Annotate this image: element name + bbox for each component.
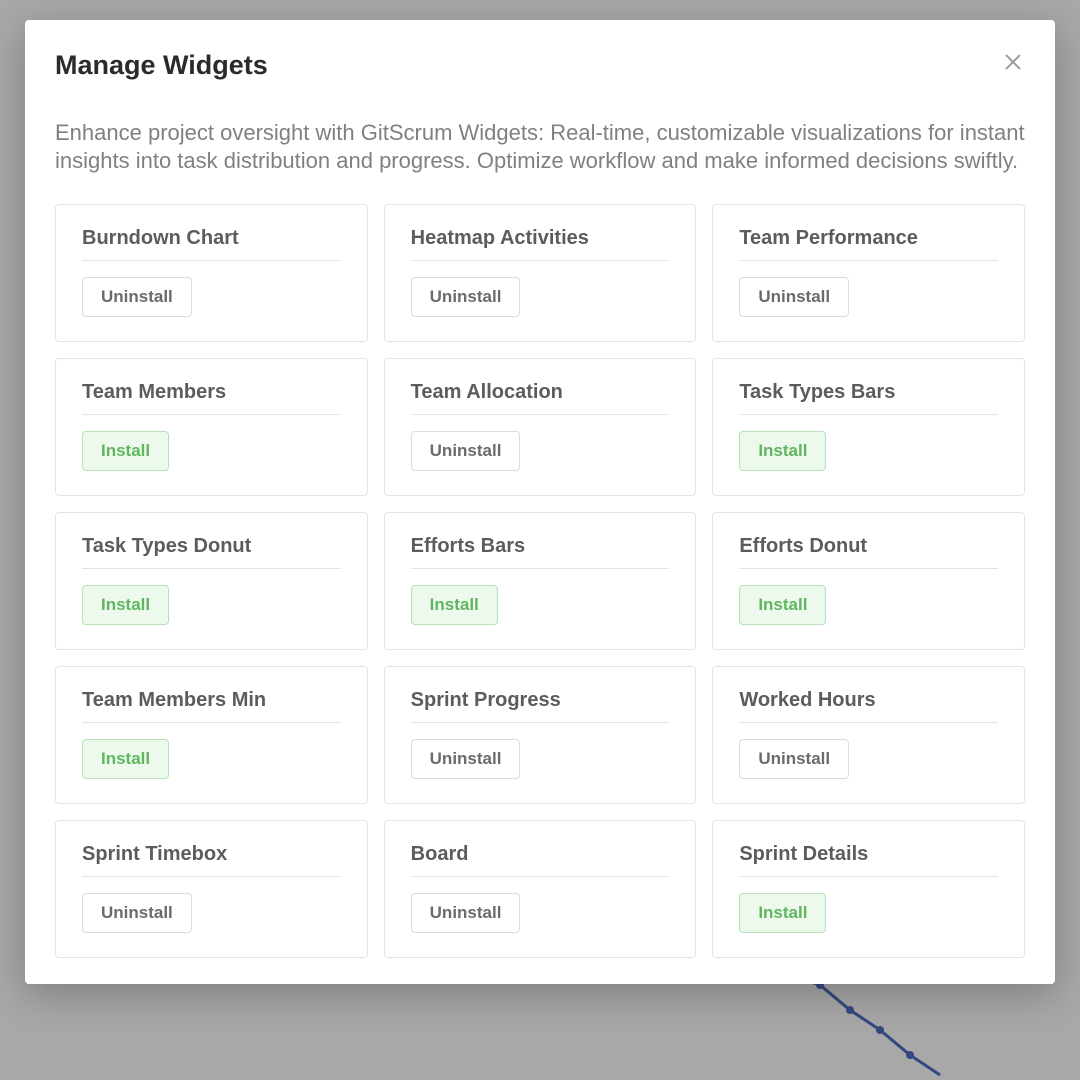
uninstall-button[interactable]: Uninstall [82, 277, 192, 317]
install-button[interactable]: Install [82, 585, 169, 625]
install-button[interactable]: Install [739, 431, 826, 471]
widget-card: Task Types Bars Install [712, 358, 1025, 496]
widget-title: Heatmap Activities [411, 227, 670, 261]
widget-card: Team Allocation Uninstall [384, 358, 697, 496]
widget-card: Burndown Chart Uninstall [55, 204, 368, 342]
close-icon [1002, 51, 1024, 73]
widget-card: Team Members Min Install [55, 666, 368, 804]
widget-card: Sprint Timebox Uninstall [55, 820, 368, 958]
widget-title: Sprint Details [739, 843, 998, 877]
close-button[interactable] [997, 46, 1029, 78]
widget-title: Team Members Min [82, 689, 341, 723]
widget-title: Worked Hours [739, 689, 998, 723]
widget-card: Efforts Bars Install [384, 512, 697, 650]
install-button[interactable]: Install [411, 585, 498, 625]
widget-title: Efforts Bars [411, 535, 670, 569]
widget-card: Team Members Install [55, 358, 368, 496]
widget-title: Sprint Timebox [82, 843, 341, 877]
widget-title: Task Types Donut [82, 535, 341, 569]
uninstall-button[interactable]: Uninstall [411, 277, 521, 317]
widget-card: Heatmap Activities Uninstall [384, 204, 697, 342]
install-button[interactable]: Install [739, 893, 826, 933]
widget-title: Team Performance [739, 227, 998, 261]
widget-title: Task Types Bars [739, 381, 998, 415]
widget-card: Task Types Donut Install [55, 512, 368, 650]
widget-title: Sprint Progress [411, 689, 670, 723]
uninstall-button[interactable]: Uninstall [739, 277, 849, 317]
widget-card: Sprint Progress Uninstall [384, 666, 697, 804]
modal-description: Enhance project oversight with GitScrum … [55, 119, 1025, 174]
widget-title: Efforts Donut [739, 535, 998, 569]
uninstall-button[interactable]: Uninstall [82, 893, 192, 933]
manage-widgets-modal: Manage Widgets Enhance project oversight… [25, 20, 1055, 984]
install-button[interactable]: Install [82, 431, 169, 471]
uninstall-button[interactable]: Uninstall [411, 893, 521, 933]
install-button[interactable]: Install [82, 739, 169, 779]
uninstall-button[interactable]: Uninstall [411, 431, 521, 471]
install-button[interactable]: Install [739, 585, 826, 625]
widget-title: Board [411, 843, 670, 877]
widget-card: Board Uninstall [384, 820, 697, 958]
uninstall-button[interactable]: Uninstall [739, 739, 849, 779]
widget-card: Worked Hours Uninstall [712, 666, 1025, 804]
modal-header: Manage Widgets Enhance project oversight… [55, 50, 1025, 174]
widget-card: Sprint Details Install [712, 820, 1025, 958]
widget-card: Team Performance Uninstall [712, 204, 1025, 342]
widget-title: Burndown Chart [82, 227, 341, 261]
widgets-grid: Burndown ChartUninstallHeatmap Activitie… [55, 204, 1025, 958]
modal-title: Manage Widgets [55, 50, 1025, 81]
uninstall-button[interactable]: Uninstall [411, 739, 521, 779]
widget-title: Team Members [82, 381, 341, 415]
widget-card: Efforts Donut Install [712, 512, 1025, 650]
widget-title: Team Allocation [411, 381, 670, 415]
